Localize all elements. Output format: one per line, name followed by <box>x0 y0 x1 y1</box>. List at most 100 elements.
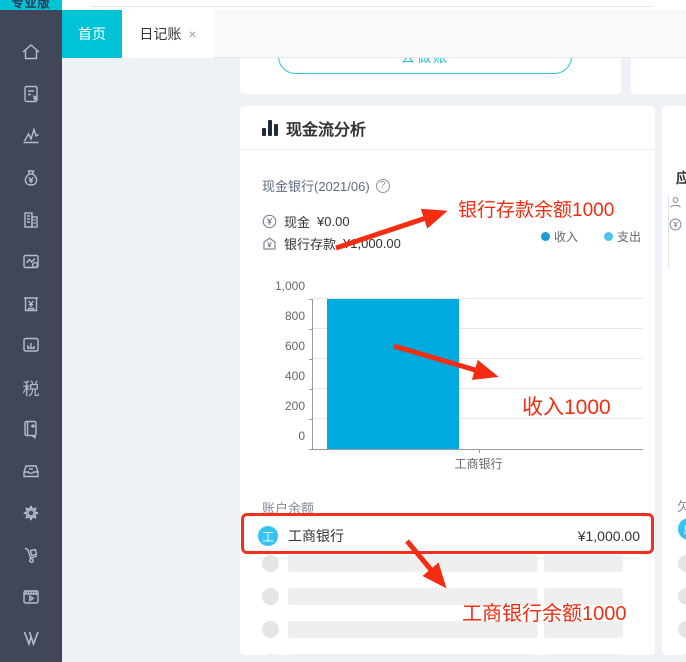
sidebar-item-analysis[interactable] <box>0 243 62 285</box>
skeleton-bar <box>288 621 538 638</box>
y-axis-tick-label: 400 <box>284 369 305 383</box>
metric-bank-label: 银行存款 <box>284 237 337 252</box>
y-axis-tick <box>309 358 313 360</box>
sidebar-item-settings[interactable] <box>0 494 62 536</box>
account-name: 工商银行 <box>288 528 344 544</box>
chart-gear-icon <box>19 250 43 279</box>
sidebar-item-board[interactable] <box>0 327 62 369</box>
sidebar-item-carryover[interactable] <box>0 411 62 453</box>
cashier-yen-icon <box>19 292 43 321</box>
account-value: ¥1,000.00 <box>577 528 640 544</box>
sidebar-item-home[interactable] <box>0 34 62 76</box>
y-axis-tick <box>309 328 313 330</box>
sidebar-nav: 税 <box>0 10 62 662</box>
sidebar-item-voucher[interactable] <box>0 76 62 118</box>
yen-circle-icon <box>669 218 682 234</box>
y-axis-tick <box>309 418 313 420</box>
right-panel-card: 应 欠 应 <box>662 106 686 655</box>
cashflow-bar-chart: 0 200 400 600 800 1,000 工商银行 <box>275 279 643 471</box>
person-icon <box>669 196 682 212</box>
help-icon[interactable]: ? <box>375 178 390 193</box>
skeleton-circle <box>262 555 279 572</box>
metric-cash-label: 现金 <box>284 215 311 230</box>
legend-item-income[interactable]: 收入 <box>540 228 578 245</box>
bank-icon <box>262 236 277 251</box>
sidebar-item-funds[interactable] <box>0 160 62 202</box>
line-chart-icon <box>19 124 43 153</box>
inbox-icon <box>19 459 43 488</box>
tab-journal-label: 日记账 <box>139 26 182 42</box>
sidebar-item-cashier[interactable] <box>0 285 62 327</box>
top-strip: 专业版 <box>0 0 686 10</box>
skeleton-bar <box>288 654 538 655</box>
skeleton-circle <box>678 555 686 572</box>
tab-bar: 首页 日记账 × <box>62 10 686 58</box>
skeleton-bar <box>288 555 538 572</box>
sidebar-item-archive[interactable] <box>0 453 62 495</box>
y-axis-tick-label: 600 <box>284 339 305 353</box>
voucher-yen-icon <box>19 82 43 111</box>
y-axis-tick-label: 800 <box>284 309 305 323</box>
action-pill-button[interactable]: 去做账 <box>278 58 572 74</box>
skeleton-circle <box>262 654 279 655</box>
account-balance-row-icbc[interactable]: 工 工商银行 ¥1,000.00 <box>243 518 654 554</box>
right-panel-bottom-partial: 欠 <box>677 499 686 514</box>
top-strip-divider <box>90 6 652 7</box>
sidebar-item-tax[interactable]: 税 <box>0 369 62 411</box>
cashflow-title: 现金流分析 <box>286 121 367 139</box>
yen-coin-icon <box>262 214 277 229</box>
video-player-icon <box>19 585 43 614</box>
sidebar-item-brand[interactable] <box>0 620 62 662</box>
y-axis-tick <box>309 298 313 300</box>
period-label: 现金银行(2021/06) <box>262 179 370 194</box>
bar-chart-icon <box>262 119 278 136</box>
sidebar-item-reports[interactable] <box>0 118 62 160</box>
y-axis-tick-label: 1,000 <box>274 279 305 293</box>
app-edition-label: 专业版 <box>11 0 51 10</box>
chart-legend: 收入 支出 <box>540 228 641 245</box>
right-panel-avatar-partial: 应 <box>678 518 686 540</box>
skeleton-row <box>262 555 623 572</box>
handtruck-icon <box>19 543 43 572</box>
bar-收入[interactable] <box>327 299 459 449</box>
skeleton-bar <box>544 621 623 638</box>
metric-bank-value: ¥1,000.00 <box>343 236 401 251</box>
metric-row-bank: 银行存款 ¥1,000.00 <box>262 234 401 253</box>
building-icon <box>19 208 43 237</box>
income-dot-icon <box>540 232 550 241</box>
skeleton-bar <box>544 555 623 572</box>
y-axis-tick-label: 200 <box>284 399 305 413</box>
tab-home[interactable]: 首页 <box>62 10 122 58</box>
skeleton-circle <box>262 588 279 605</box>
x-axis-tick <box>478 449 480 453</box>
top-right-card-fragment <box>631 58 686 94</box>
tab-close-icon[interactable]: × <box>188 26 196 42</box>
metric-row-cash: 现金 ¥0.00 <box>262 212 350 231</box>
sidebar-item-inventory[interactable] <box>0 536 62 578</box>
skeleton-circle <box>262 621 279 638</box>
skeleton-row <box>262 621 623 638</box>
skeleton-circle <box>678 621 686 638</box>
skeleton-bar <box>288 588 538 605</box>
skeleton-bar <box>544 654 623 655</box>
money-bag-icon <box>19 166 43 195</box>
app-edition-badge: 专业版 <box>0 0 62 10</box>
skeleton-circle <box>678 654 686 655</box>
period-row: 现金银行(2021/06) ? <box>262 176 390 195</box>
account-balance-heading: 账户余额 <box>262 501 315 516</box>
right-panel-title-partial: 应 <box>676 170 686 186</box>
legend-item-expense[interactable]: 支出 <box>603 228 641 245</box>
sidebar-item-tutorial[interactable] <box>0 578 62 620</box>
tab-journal[interactable]: 日记账 × <box>122 10 214 58</box>
tab-home-label: 首页 <box>78 26 106 42</box>
brand-v-icon <box>19 626 43 655</box>
y-axis-tick-label: 0 <box>298 429 305 443</box>
home-icon <box>19 40 43 69</box>
skeleton-circle <box>678 588 686 605</box>
skeleton-row <box>262 588 623 605</box>
cashflow-card: 现金流分析 现金银行(2021/06) ? 现金 ¥0.00 银行存款 ¥1,0… <box>240 106 655 655</box>
expense-dot-icon <box>603 232 613 241</box>
sidebar-item-company[interactable] <box>0 201 62 243</box>
y-axis-tick <box>309 448 313 450</box>
dashboard-window-icon <box>19 333 43 362</box>
